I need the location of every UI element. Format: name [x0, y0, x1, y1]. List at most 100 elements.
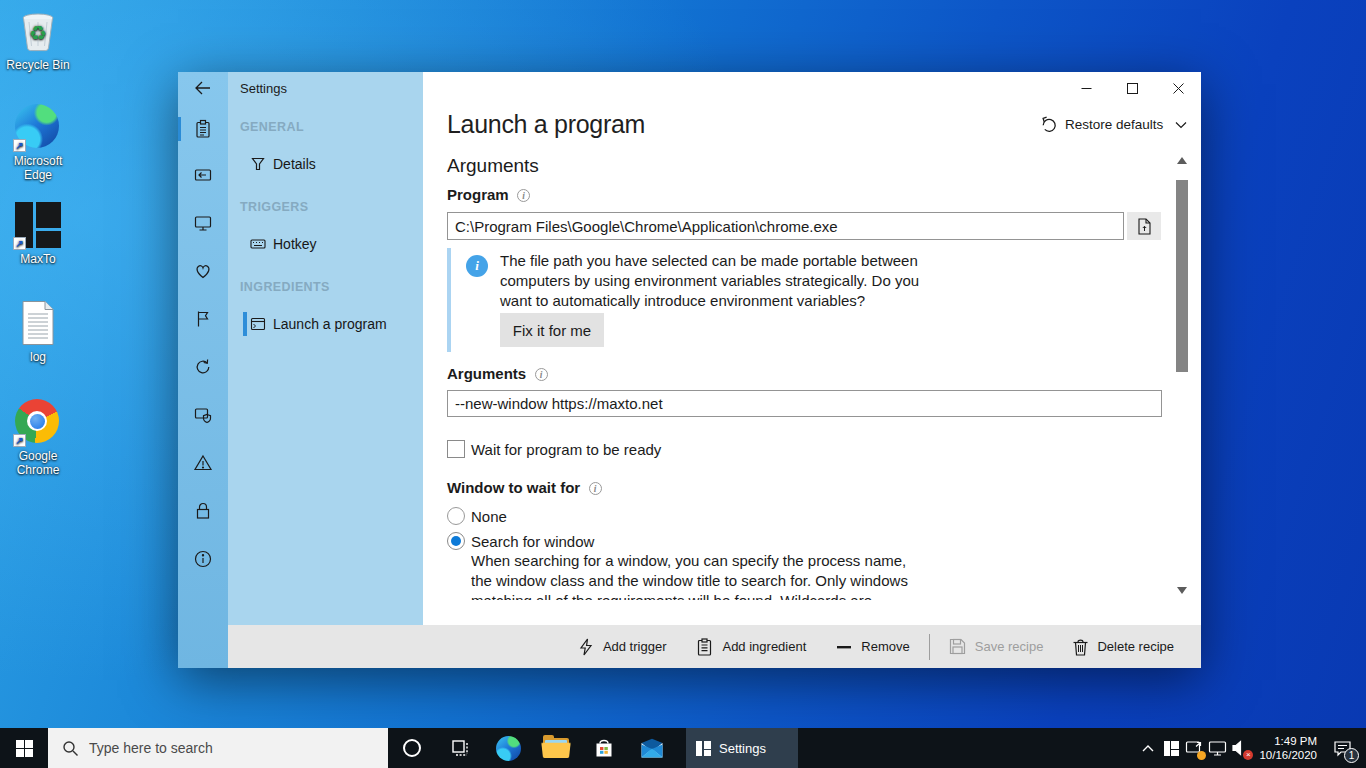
action-center-button[interactable]: 1: [1332, 737, 1352, 759]
tray-chevron-up[interactable]: [1138, 737, 1158, 759]
desktop-icon-chrome[interactable]: Google Chrome: [0, 399, 76, 477]
health-icon[interactable]: [178, 259, 228, 283]
cortana-button[interactable]: [388, 728, 436, 768]
close-button[interactable]: [1155, 72, 1201, 104]
sidebar-item-label: Launch a program: [273, 316, 387, 332]
add-trigger-button[interactable]: Add trigger: [563, 625, 682, 668]
desktop-icon-label: Microsoft: [0, 154, 76, 168]
arguments-label: Arguments: [447, 365, 548, 382]
store-button[interactable]: [580, 728, 628, 768]
desktop-icon-label2: Chrome: [0, 463, 76, 477]
fix-it-button[interactable]: Fix it for me: [500, 313, 604, 347]
delete-recipe-button[interactable]: Delete recipe: [1058, 625, 1189, 668]
store-icon: [593, 737, 615, 759]
trash-icon: [1073, 638, 1088, 656]
settings-sidebar: Settings GENERAL Details TRIGGERS Hotkey…: [228, 72, 423, 625]
taskbar-app-label: Settings: [719, 741, 766, 756]
settings-window: Settings GENERAL Details TRIGGERS Hotkey…: [178, 72, 1201, 668]
page-title: Launch a program: [447, 110, 645, 139]
desktop-icon-label: Google: [0, 449, 76, 463]
tray-sync-icon[interactable]: [1184, 737, 1204, 759]
info-icon[interactable]: [535, 368, 548, 381]
taskbar-app-settings[interactable]: Settings: [686, 728, 798, 768]
task-view-icon: [450, 738, 470, 758]
arguments-input[interactable]: --new-window https://maxto.net: [447, 390, 1162, 417]
section-header-triggers: TRIGGERS: [240, 200, 308, 214]
remove-icon: [836, 638, 852, 656]
recipes-icon[interactable]: [178, 117, 228, 141]
chevron-down-icon: [1175, 121, 1187, 129]
back-button[interactable]: [178, 76, 228, 100]
windows-logo-icon: [16, 740, 33, 757]
file-explorer-button[interactable]: [532, 728, 580, 768]
license-icon[interactable]: [178, 499, 228, 523]
sidebar-item-details[interactable]: Details: [228, 150, 423, 178]
start-button[interactable]: [0, 728, 48, 768]
file-explorer-icon: [543, 738, 569, 758]
tray-volume-icon[interactable]: ×: [1230, 737, 1250, 759]
info-icon[interactable]: [589, 482, 602, 495]
tray-display-icon[interactable]: [1207, 737, 1227, 759]
desktop-icon-label: Recycle Bin: [0, 58, 76, 72]
maximize-button[interactable]: [1109, 72, 1155, 104]
browse-file-button[interactable]: [1127, 212, 1161, 240]
sidebar-item-hotkey[interactable]: Hotkey: [228, 230, 423, 258]
undo-icon: [1040, 116, 1057, 133]
info-panel-text: The file path you have selected can be m…: [500, 251, 919, 311]
recycle-bin-icon: ♻: [15, 8, 61, 54]
scrollbar-up-arrow[interactable]: [1174, 152, 1190, 168]
taskbar-clock[interactable]: 1:49 PM 10/16/2020: [1259, 734, 1317, 762]
minimize-button[interactable]: [1063, 72, 1109, 104]
restore-defaults-button[interactable]: Restore defaults: [1040, 116, 1187, 133]
warnings-icon[interactable]: [178, 451, 228, 475]
wait-checkbox-label: Wait for program to be ready: [471, 441, 661, 458]
clipboard-icon: [696, 638, 713, 656]
desktop-icon-recycle-bin[interactable]: ♻ Recycle Bin: [0, 8, 76, 72]
info-panel-accent: [447, 248, 451, 352]
add-ingredient-button[interactable]: Add ingredient: [681, 625, 821, 668]
toolbar-separator: [929, 634, 930, 660]
volume-muted-badge: ×: [1243, 750, 1253, 760]
program-label: Program: [447, 186, 530, 203]
flags-icon[interactable]: [178, 307, 228, 331]
info-circle-icon: [466, 255, 488, 277]
maxto-icon: [15, 202, 61, 248]
monitors-icon[interactable]: [178, 211, 228, 235]
shortcut-arrow-icon: [13, 139, 26, 152]
program-input[interactable]: C:\Program Files\Google\Chrome\Applicati…: [447, 212, 1124, 240]
settings-main-panel: Launch a program Restore defaults Argume…: [423, 72, 1201, 625]
desktop-icon-label2: Edge: [0, 168, 76, 182]
nav-icon-strip: [178, 72, 228, 668]
remove-button[interactable]: Remove: [821, 625, 924, 668]
scrollbar-down-arrow[interactable]: [1174, 582, 1190, 598]
save-recipe-button[interactable]: Save recipe: [934, 625, 1059, 668]
maxto-app-icon: [696, 741, 711, 756]
edge-icon: [15, 104, 61, 150]
svg-text:♻: ♻: [29, 21, 47, 45]
updates-icon[interactable]: [178, 355, 228, 379]
hotkey-icon: [250, 236, 266, 252]
info-icon[interactable]: [517, 189, 530, 202]
about-icon[interactable]: [178, 547, 228, 571]
security-icon[interactable]: [178, 403, 228, 427]
tray-maxto-icon[interactable]: [1161, 737, 1181, 759]
radio-search-window[interactable]: [447, 532, 465, 550]
desktop-icon-label: MaxTo: [0, 252, 76, 266]
details-icon: [250, 156, 266, 172]
taskbar-edge-button[interactable]: [484, 728, 532, 768]
desktop-icon-maxto[interactable]: MaxTo: [0, 202, 76, 266]
desktop-icon-log[interactable]: log: [0, 300, 76, 364]
desktop-icon-edge[interactable]: Microsoft Edge: [0, 104, 76, 182]
cortana-icon: [401, 737, 423, 759]
log-file-icon: [15, 300, 61, 346]
lightning-icon: [578, 638, 594, 656]
edge-icon: [496, 736, 521, 761]
scrollbar-thumb[interactable]: [1176, 180, 1188, 372]
radio-none[interactable]: [447, 507, 465, 525]
task-view-button[interactable]: [436, 728, 484, 768]
mail-button[interactable]: [628, 728, 676, 768]
import-icon[interactable]: [178, 163, 228, 187]
sidebar-item-launch-program[interactable]: Launch a program: [228, 310, 423, 338]
taskbar-search-box[interactable]: Type here to search: [48, 728, 388, 768]
wait-checkbox[interactable]: [447, 440, 465, 458]
